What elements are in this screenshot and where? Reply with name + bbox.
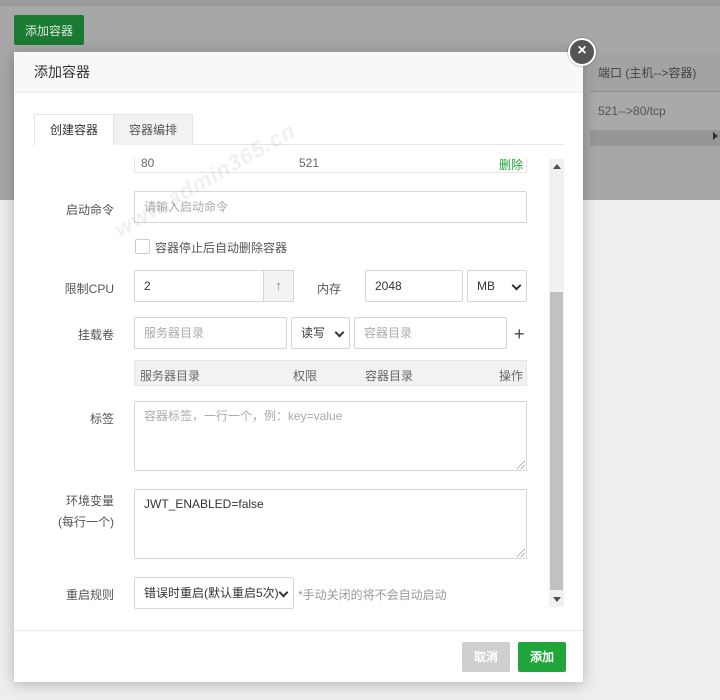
scroll-down-icon[interactable] <box>553 597 561 602</box>
command-label: 启动命令 <box>65 203 114 217</box>
volume-mode-value: 读写 <box>301 326 326 340</box>
server-dir-input[interactable]: 服务器目录 <box>134 317 287 349</box>
volume-col-server-dir: 服务器目录 <box>140 369 201 383</box>
port-column-header: 端口 (主机-->容器) <box>590 54 720 92</box>
chevron-down-icon <box>334 327 345 338</box>
restart-hint: *手动关闭的将不会自动启动 <box>298 588 447 602</box>
add-button[interactable]: 添加 <box>518 642 567 672</box>
port-cell: 521-->80/tcp <box>590 92 720 130</box>
scroll-right-icon[interactable] <box>713 132 718 140</box>
container-port-value: 80 <box>141 156 155 170</box>
cpu-label: 限制CPU <box>64 282 114 296</box>
form-scrollbar[interactable] <box>549 159 564 607</box>
resize-handle-icon[interactable] <box>517 461 525 469</box>
tab-container-compose[interactable]: 容器编排 <box>113 114 194 145</box>
container-dir-input[interactable]: 容器目录 <box>354 317 507 349</box>
chevron-down-icon <box>278 587 289 598</box>
close-icon[interactable]: × <box>568 38 596 66</box>
env-value: JWT_ENABLED=false <box>144 497 264 511</box>
dialog-footer: 取消 添加 <box>14 630 583 682</box>
restart-policy-value: 错误时重启(默认重启5次) <box>144 586 279 600</box>
scroll-thumb[interactable] <box>550 292 563 590</box>
labels-label: 标签 <box>89 412 114 426</box>
labels-textarea[interactable]: 容器标签，一行一个，例：key=value <box>134 401 527 471</box>
host-port-value: 521 <box>299 156 320 170</box>
volume-label: 挂载卷 <box>77 328 114 342</box>
background-topbar <box>0 0 720 6</box>
memory-input[interactable]: 2048 <box>365 270 463 302</box>
resize-handle-icon[interactable] <box>517 549 525 557</box>
delete-port-link[interactable]: 删除 <box>499 156 523 173</box>
volume-mode-select[interactable]: 读写 <box>291 317 350 349</box>
env-label-hint: (每行一个) <box>58 515 114 529</box>
scroll-up-icon[interactable] <box>553 164 561 169</box>
cancel-button[interactable]: 取消 <box>462 642 511 672</box>
add-container-button[interactable]: 添加容器 <box>14 15 84 45</box>
restart-label: 重启规则 <box>65 588 114 602</box>
memory-unit-value: MB <box>477 279 495 293</box>
add-container-dialog: 添加容器 创建容器 容器编排 80 521 删除 启动命令 请输入启动命令 容器… <box>14 52 583 682</box>
container-table: 端口 (主机-->容器) 521-->80/tcp <box>590 54 720 146</box>
auto-remove-checkbox[interactable] <box>135 239 150 254</box>
restart-policy-select[interactable]: 错误时重启(默认重启5次) <box>134 577 294 609</box>
volume-table-header: 服务器目录 权限 容器目录 操作 <box>134 360 527 386</box>
tab-create-container[interactable]: 创建容器 <box>34 114 115 146</box>
volume-col-action: 操作 <box>499 369 524 383</box>
volume-col-container-dir: 容器目录 <box>365 369 414 383</box>
auto-remove-label: 容器停止后自动删除容器 <box>155 241 288 255</box>
volume-col-permission: 权限 <box>293 369 318 383</box>
memory-label: 内存 <box>316 282 341 296</box>
dialog-title: 添加容器 <box>14 52 583 93</box>
labels-placeholder: 容器标签，一行一个，例：key=value <box>144 409 343 423</box>
table-horizontal-scrollbar[interactable] <box>590 130 720 146</box>
env-label: 环境变量 <box>65 494 114 508</box>
chevron-down-icon <box>511 280 522 291</box>
env-textarea[interactable]: JWT_ENABLED=false <box>134 489 527 559</box>
memory-unit-select[interactable]: MB <box>467 270 527 302</box>
add-volume-icon[interactable]: + <box>514 324 525 345</box>
